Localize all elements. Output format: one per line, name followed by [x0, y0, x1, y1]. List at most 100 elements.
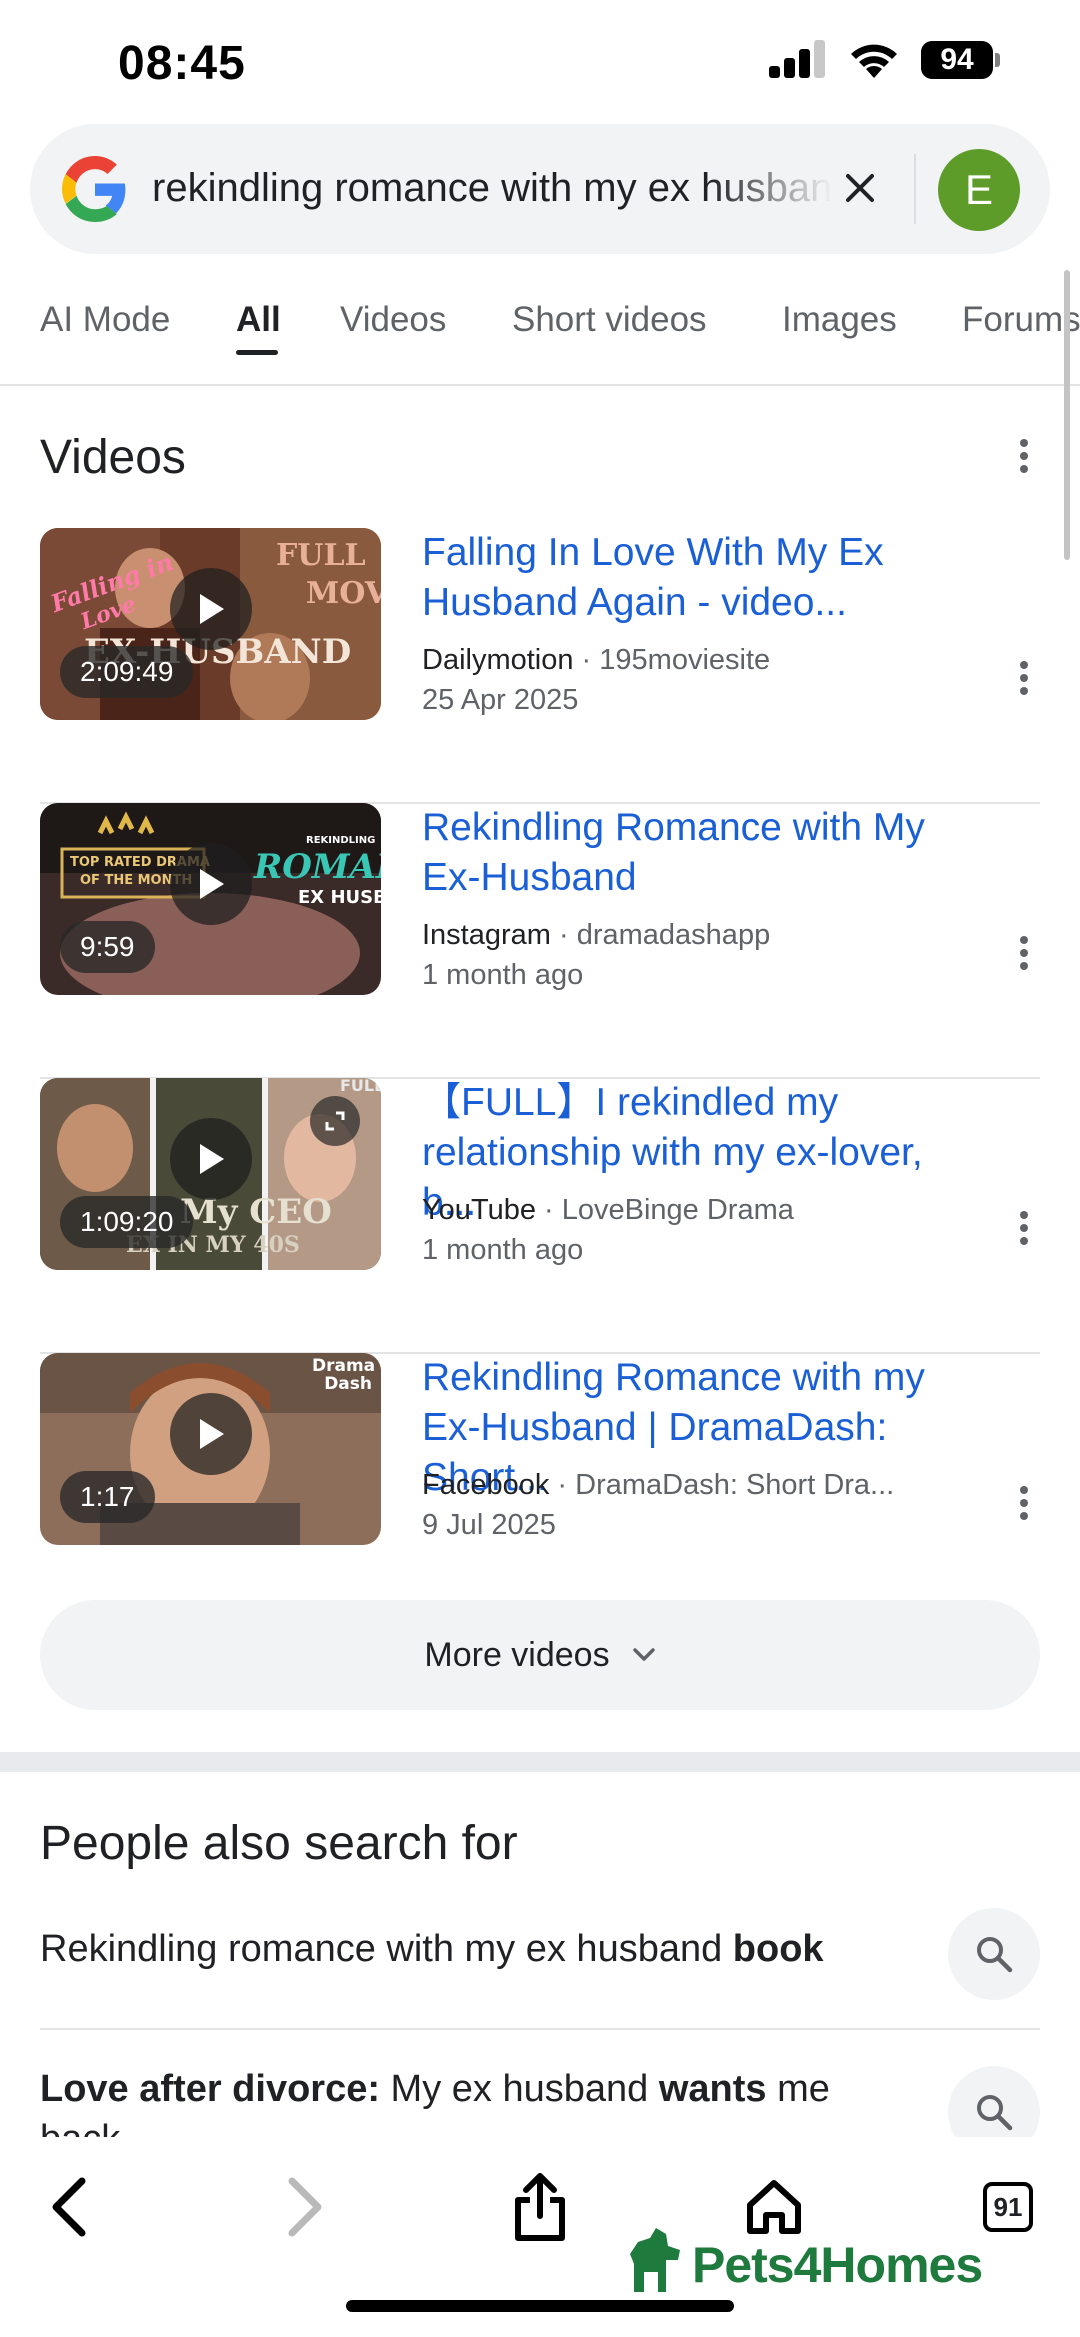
video-duration: 1:09:20 [60, 1196, 194, 1248]
video-result[interactable]: FULL My CEO EX IN MY 40S 1:09:20 【FULL】I… [40, 1078, 1040, 1354]
more-vert-icon [1020, 1211, 1028, 1245]
video-thumbnail[interactable]: Falling in Love FULL MOVIE EX-HUSBAND 2:… [40, 528, 381, 720]
section-divider [0, 1752, 1080, 1772]
video-platform: Facebook [422, 1469, 550, 1501]
clear-search-button[interactable] [834, 162, 886, 214]
tab-ai-mode[interactable]: AI Mode [40, 300, 170, 340]
related-search-item[interactable]: Rekindling romance with my ex husband bo… [40, 1900, 1040, 2030]
video-result[interactable]: Drama Dash 1:17 Rekindling Romance with … [40, 1353, 1040, 1629]
video-duration: 1:17 [60, 1471, 155, 1523]
video-duration: 2:09:49 [60, 646, 194, 698]
tab-videos[interactable]: Videos [340, 300, 446, 340]
video-source: Instagram · dramadashapp [422, 915, 982, 955]
video-title-link[interactable]: Falling In Love With My Ex Husband Again… [422, 528, 982, 628]
play-button[interactable] [170, 1393, 252, 1475]
related-search-bold: Love after divorce: [40, 2068, 380, 2110]
people-also-search-title: People also search for [40, 1817, 518, 1870]
search-divider [914, 154, 916, 224]
search-tabs: AI Mode All Videos Short videos Images F… [0, 270, 1080, 386]
video-source: Dailymotion · 195moviesite [422, 640, 982, 680]
search-input[interactable]: rekindling romance with my ex husband [152, 166, 832, 211]
status-bar: 08:45 94 [0, 0, 1080, 120]
play-icon [200, 594, 224, 624]
thumb-caption: MOVIE [306, 576, 381, 611]
video-date: 25 Apr 2025 [422, 684, 579, 716]
share-icon [515, 2173, 565, 2241]
more-videos-label: More videos [424, 1635, 610, 1674]
video-more-button[interactable] [1004, 1208, 1044, 1248]
video-thumbnail[interactable]: Drama Dash 1:17 [40, 1353, 381, 1545]
watermark: Pets4Homes [626, 2224, 983, 2294]
more-vert-icon [1020, 439, 1028, 473]
battery-level: 94 [921, 41, 993, 79]
tab-images[interactable]: Images [782, 300, 897, 340]
back-button[interactable] [30, 2167, 110, 2247]
video-platform: YouTube [422, 1194, 536, 1226]
watermark-text: Pets4Homes [692, 2237, 983, 2293]
video-channel: · dramadashapp [550, 919, 771, 951]
thumb-caption: ROMANCE [254, 847, 381, 887]
video-title-link[interactable]: Rekindling Romance with My Ex-Husband [422, 803, 982, 903]
battery-icon: 94 [921, 41, 1000, 79]
play-icon [200, 869, 224, 899]
google-logo-icon [62, 156, 126, 222]
more-vert-icon [1020, 661, 1028, 695]
status-icons: 94 [769, 40, 1000, 80]
forward-arrow-icon [288, 2177, 322, 2237]
forward-button[interactable] [264, 2167, 344, 2247]
video-date: 9 Jul 2025 [422, 1509, 556, 1541]
play-button[interactable] [170, 568, 252, 650]
video-channel: · LoveBinge Drama [535, 1194, 794, 1226]
tabs-count-icon: 91 [983, 2182, 1033, 2232]
related-search-text-part: My ex husband [380, 2068, 659, 2110]
videos-section-more-button[interactable] [1004, 436, 1044, 476]
expand-icon [310, 1096, 360, 1146]
tab-short-videos[interactable]: Short videos [512, 300, 707, 340]
video-result[interactable]: Falling in Love FULL MOVIE EX-HUSBAND 2:… [40, 528, 1040, 804]
account-avatar[interactable]: E [938, 149, 1020, 231]
thumb-caption: EX HUSBAND [298, 887, 381, 908]
video-platform: Instagram [422, 919, 551, 951]
video-thumbnail[interactable]: TOP RATED DRAMA OF THE MONTH REKINDLING … [40, 803, 381, 995]
scrollbar[interactable] [1064, 270, 1070, 560]
video-thumbnail[interactable]: FULL My CEO EX IN MY 40S 1:09:20 [40, 1078, 381, 1270]
video-date: 1 month ago [422, 1234, 584, 1266]
more-videos-button[interactable]: More videos [40, 1600, 1040, 1710]
chevron-down-icon [632, 1648, 655, 1661]
play-button[interactable] [170, 843, 252, 925]
cellular-signal-icon [769, 40, 827, 80]
play-button[interactable] [170, 1118, 252, 1200]
thumb-caption: FULL [340, 1078, 381, 1095]
more-vert-icon [1020, 1486, 1028, 1520]
video-more-button[interactable] [1004, 933, 1044, 973]
tab-forums[interactable]: Forums [962, 300, 1080, 340]
tab-all[interactable]: All [236, 300, 281, 340]
video-duration: 9:59 [60, 921, 155, 973]
play-icon [200, 1144, 224, 1174]
related-search-bold: book [732, 1928, 824, 1970]
thumb-caption: Drama Dash [312, 1356, 376, 1394]
thumb-caption: FULL [276, 538, 366, 573]
home-indicator[interactable] [346, 2300, 734, 2312]
video-date: 1 month ago [422, 959, 584, 991]
close-icon [846, 174, 874, 202]
video-channel: · DramaDash: Short Dra... [549, 1469, 895, 1501]
video-more-button[interactable] [1004, 1483, 1044, 1523]
video-result[interactable]: TOP RATED DRAMA OF THE MONTH REKINDLING … [40, 803, 1040, 1079]
video-more-button[interactable] [1004, 658, 1044, 698]
related-search-text: Rekindling romance with my ex husband bo… [40, 1924, 920, 1974]
video-platform: Dailymotion [422, 644, 574, 676]
status-time: 08:45 [118, 37, 246, 90]
video-source: Facebook · DramaDash: Short Dra... [422, 1465, 982, 1505]
search-bar[interactable]: rekindling romance with my ex husband E [30, 124, 1050, 254]
wifi-icon [851, 44, 897, 78]
thumb-caption: REKINDLING [306, 835, 376, 846]
video-source: YouTube · LoveBinge Drama [422, 1190, 982, 1230]
related-search-button[interactable] [948, 1908, 1040, 2000]
search-icon [977, 2095, 1013, 2131]
search-icon [977, 1937, 1013, 1973]
share-button[interactable] [500, 2167, 580, 2247]
play-icon [200, 1419, 224, 1449]
back-arrow-icon [52, 2177, 86, 2237]
related-search-text-part: Rekindling romance with my ex husband [40, 1928, 733, 1970]
